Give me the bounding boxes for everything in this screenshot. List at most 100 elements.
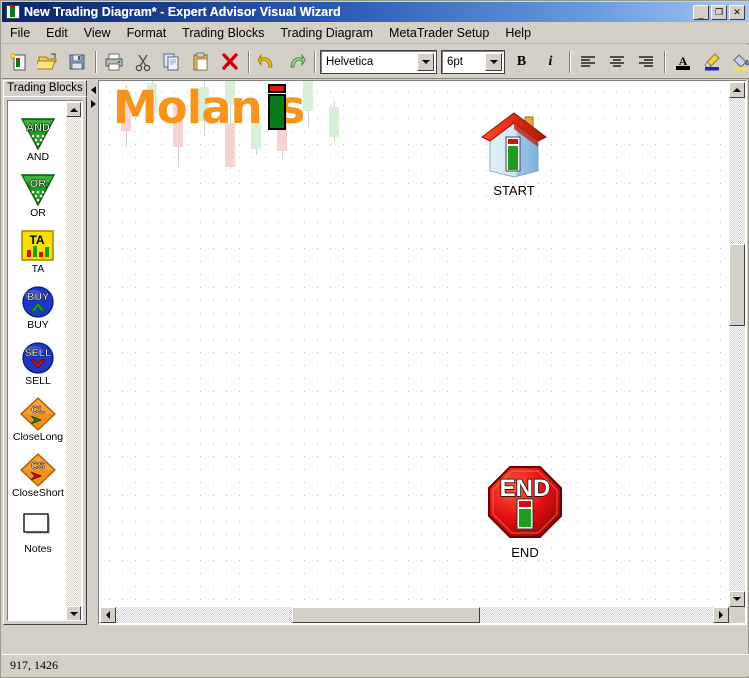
svg-text:CS: CS <box>31 461 45 472</box>
toolbar-separator <box>95 50 97 73</box>
canvas-scroll-up-button[interactable] <box>729 82 745 98</box>
new-document-icon <box>9 51 25 70</box>
new-document-button[interactable] <box>5 48 32 75</box>
status-bar: 917, 1426 <box>2 654 749 676</box>
undo-arrow-icon <box>256 52 272 67</box>
svg-text:BUY: BUY <box>27 291 49 303</box>
watermark-text-left: Molan <box>113 81 263 134</box>
chevron-down-icon[interactable] <box>417 52 434 71</box>
menu-item-format[interactable]: Format <box>119 24 175 42</box>
canvas-vertical-scroll-thumb[interactable] <box>729 244 745 326</box>
cut-button[interactable] <box>129 48 156 75</box>
collapse-left-icon[interactable] <box>91 100 96 108</box>
delete-x-icon <box>221 52 238 70</box>
fill-color-icon <box>732 53 749 70</box>
title-bar: New Trading Diagram* - Expert Advisor Vi… <box>2 2 749 22</box>
paste-button[interactable] <box>187 48 214 75</box>
font-size-select[interactable]: 6pt <box>441 49 505 74</box>
bold-button[interactable]: B <box>508 48 535 75</box>
node-start[interactable]: START <box>476 107 552 198</box>
scroll-up-button[interactable] <box>66 102 81 117</box>
save-button[interactable] <box>63 48 90 75</box>
block-label: CloseShort <box>12 487 64 499</box>
candle-body <box>303 81 313 111</box>
align-center-button[interactable] <box>603 48 630 75</box>
menu-item-view[interactable]: View <box>76 24 119 42</box>
menu-item-edit[interactable]: Edit <box>38 24 76 42</box>
cut-scissors-icon <box>135 54 150 71</box>
font-color-button[interactable]: A <box>669 48 696 75</box>
block-item-buy[interactable]: BUY BUY <box>8 281 68 337</box>
canvas-scroll-left-button[interactable] <box>100 607 116 623</box>
app-candlestick-icon <box>6 5 20 19</box>
start-house-icon <box>476 107 552 182</box>
notes-block-icon <box>19 507 57 545</box>
toolbar-separator <box>569 50 571 73</box>
block-item-notes[interactable]: Notes <box>8 505 68 561</box>
sell-block-icon: SELL <box>19 339 57 377</box>
maximize-button[interactable]: ❐ <box>711 4 727 20</box>
fill-color-button[interactable] <box>727 48 749 75</box>
canvas-scroll-right-button[interactable] <box>713 607 729 623</box>
watermark-candle-icon <box>268 84 286 130</box>
block-item-ta[interactable]: TA TA <box>8 225 68 281</box>
font-family-select[interactable]: Helvetica <box>320 49 437 74</box>
node-label: END <box>511 545 539 560</box>
or-block-icon: OR <box>19 171 57 209</box>
node-label: START <box>493 183 535 198</box>
italic-button[interactable]: i <box>537 48 564 75</box>
candle-body <box>329 107 339 137</box>
block-item-closelong[interactable]: CL CloseLong <box>8 393 68 449</box>
menu-item-trading-blocks[interactable]: Trading Blocks <box>174 24 272 42</box>
canvas-horizontal-scroll-thumb[interactable] <box>292 607 480 623</box>
menu-item-help[interactable]: Help <box>497 24 539 42</box>
menu-item-metatrader-setup[interactable]: MetaTrader Setup <box>381 24 497 42</box>
block-item-closeshort[interactable]: CS CloseShort <box>8 449 68 505</box>
align-left-button[interactable] <box>574 48 601 75</box>
redo-arrow-icon <box>290 52 306 67</box>
italic-label: i <box>548 53 553 69</box>
trading-blocks-panel: Trading Blocks AND AND OR OR TA TA BUY B… <box>3 80 89 625</box>
align-left-icon <box>580 55 595 67</box>
redo-button[interactable] <box>282 48 309 75</box>
collapse-right-icon[interactable] <box>91 86 96 94</box>
block-item-or[interactable]: OR OR <box>8 169 68 225</box>
panel-scrollbar-vertical[interactable] <box>66 102 81 620</box>
close-button[interactable]: ✕ <box>729 4 745 20</box>
tab-trading-blocks[interactable]: Trading Blocks <box>3 80 87 97</box>
diagram-canvas-frame: Molan s START END END <box>98 80 747 625</box>
canvas-scrollbar-horizontal[interactable] <box>100 607 729 623</box>
toolbar: Helvetica 6pt B i A <box>2 45 749 79</box>
block-label: BUY <box>27 319 49 331</box>
block-label: TA <box>31 263 45 275</box>
block-label: CloseLong <box>12 431 64 443</box>
chevron-down-icon[interactable] <box>485 52 502 71</box>
closelong-block-icon: CL <box>19 395 57 433</box>
menu-bar: File Edit View Format Trading Blocks Tra… <box>2 22 749 44</box>
trading-blocks-list: AND AND OR OR TA TA BUY BUY SELL SELL CL… <box>7 100 83 621</box>
copy-button[interactable] <box>158 48 185 75</box>
align-center-icon <box>609 55 624 67</box>
block-item-sell[interactable]: SELL SELL <box>8 337 68 393</box>
print-button[interactable] <box>100 48 127 75</box>
canvas-scroll-down-button[interactable] <box>729 591 745 607</box>
menu-item-trading-diagram[interactable]: Trading Diagram <box>272 24 381 42</box>
text-highlight-button[interactable] <box>698 48 725 75</box>
diagram-canvas[interactable]: Molan s START END END <box>99 81 730 608</box>
minimize-button[interactable]: _ <box>693 4 709 20</box>
paste-icon <box>193 52 207 70</box>
align-right-button[interactable] <box>632 48 659 75</box>
undo-button[interactable] <box>253 48 280 75</box>
panel-splitter[interactable] <box>90 80 97 625</box>
font-size-value: 6pt <box>447 55 463 68</box>
block-item-and[interactable]: AND AND <box>8 113 68 169</box>
delete-button[interactable] <box>216 48 243 75</box>
block-list: AND AND OR OR TA TA BUY BUY SELL SELL CL… <box>8 101 68 620</box>
node-end[interactable]: END END <box>485 463 565 560</box>
menu-item-file[interactable]: File <box>2 24 38 42</box>
scroll-down-button[interactable] <box>66 606 81 620</box>
trading-blocks-body: AND AND OR OR TA TA BUY BUY SELL SELL CL… <box>3 96 87 625</box>
open-folder-button[interactable] <box>34 48 61 75</box>
and-block-icon: AND <box>19 115 57 153</box>
canvas-scrollbar-vertical[interactable] <box>729 82 745 607</box>
